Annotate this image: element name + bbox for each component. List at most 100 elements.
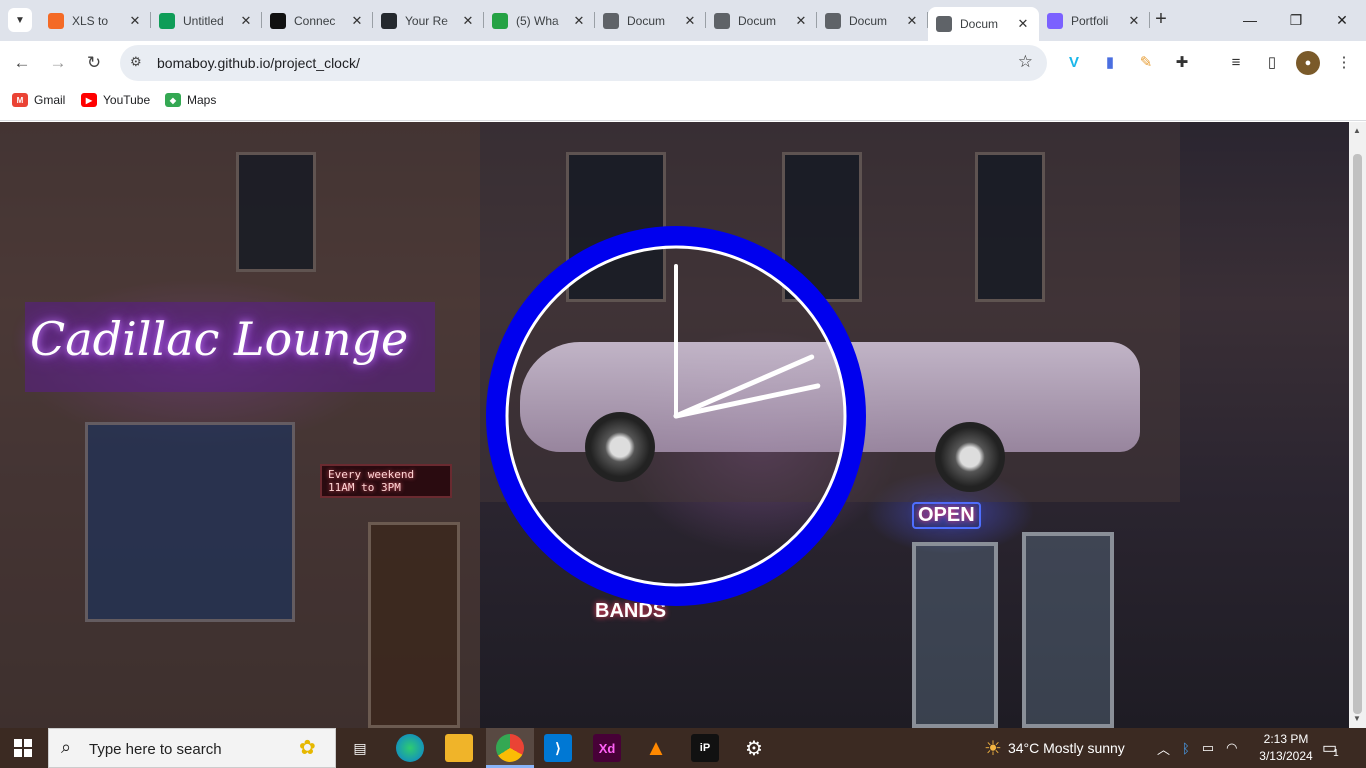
battery-icon[interactable]: ▭: [1202, 740, 1214, 756]
tab-strip: ▼ XLS to ✕ Untitled ✕ Connec ✕ Your Re ✕ (5) Wha…: [0, 0, 1366, 41]
glass-door: [912, 542, 998, 728]
site-info-icon[interactable]: ⚙: [130, 54, 142, 70]
browser-tab[interactable]: Portfoli ✕: [1039, 0, 1150, 41]
scroll-up-arrow-icon[interactable]: ▲: [1353, 126, 1361, 135]
github-icon: [381, 12, 397, 29]
browser-tab[interactable]: Your Re ✕: [373, 0, 484, 41]
chrome-icon[interactable]: [496, 734, 524, 762]
close-tab-icon[interactable]: ✕: [904, 13, 920, 29]
reload-button[interactable]: ↻: [82, 51, 106, 75]
close-window-button[interactable]: ✕: [1322, 8, 1362, 32]
bookmark-label: Maps: [187, 93, 217, 107]
color-picker-extension-icon[interactable]: ✎: [1134, 51, 1158, 75]
tab-list: XLS to ✕ Untitled ✕ Connec ✕ Your Re ✕ (5) Wha ✕ D…: [40, 0, 1150, 41]
bookmark-star-icon[interactable]: ☆: [1018, 52, 1033, 72]
tab-title: Untitled: [183, 13, 224, 28]
wooden-door: [368, 522, 460, 728]
tab-title: Docum: [738, 13, 777, 28]
whatsapp-icon: [492, 12, 508, 29]
bluetooth-icon[interactable]: ᛒ: [1182, 741, 1190, 756]
weather-text: 34°C Mostly sunny: [1007, 740, 1125, 756]
bookmark-label: Gmail: [34, 93, 66, 107]
sun-cloud-icon: ☀: [984, 737, 1002, 760]
analog-clock: [486, 226, 866, 606]
wifi-icon[interactable]: ◠: [1226, 740, 1237, 756]
side-panel-icon[interactable]: ▯: [1260, 51, 1284, 75]
file-explorer-icon[interactable]: [445, 734, 473, 762]
notification-center-icon[interactable]: ▭ 1: [1322, 728, 1339, 768]
browser-tab[interactable]: Docum ✕: [928, 7, 1039, 41]
close-tab-icon[interactable]: ✕: [238, 13, 254, 29]
menu-icon[interactable]: ⋮: [1332, 51, 1356, 75]
close-tab-icon[interactable]: ✕: [1126, 13, 1142, 29]
medium-icon: [270, 12, 286, 29]
system-tray: ︿ ᛒ ▭ ◠: [1157, 728, 1237, 768]
close-tab-icon[interactable]: ✕: [460, 13, 476, 29]
weather-widget[interactable]: ☀ 34°C Mostly sunny: [984, 728, 1125, 768]
minimize-button[interactable]: —: [1230, 8, 1270, 32]
new-tab-button[interactable]: +: [1150, 9, 1172, 31]
maps-icon: ◆: [165, 93, 181, 107]
profile-avatar[interactable]: ●: [1296, 51, 1320, 75]
bookmark-maps[interactable]: ◆ Maps: [165, 93, 216, 107]
taskbar-search[interactable]: ⌕ Type here to search ✿: [48, 728, 336, 768]
address-bar[interactable]: ⚙ bomaboy.github.io/project_clock/ ☆: [120, 45, 1047, 81]
browser-tab[interactable]: Untitled ✕: [151, 0, 262, 41]
tulip-decoration-icon: ✿: [299, 737, 316, 759]
edge-icon[interactable]: [396, 734, 424, 762]
tab-title: Portfoli: [1071, 13, 1109, 28]
close-tab-icon[interactable]: ✕: [793, 13, 809, 29]
tab-title: Your Re: [405, 13, 448, 28]
tab-title: Connec: [294, 13, 336, 28]
document-extension-icon[interactable]: ▮: [1098, 51, 1122, 75]
tab-search-button[interactable]: ▼: [8, 8, 32, 32]
url-text[interactable]: bomaboy.github.io/project_clock/: [157, 55, 360, 71]
globe-icon: [825, 12, 841, 29]
scroll-down-arrow-icon[interactable]: ▼: [1353, 714, 1361, 723]
extensions-icon[interactable]: ✚: [1170, 51, 1194, 75]
tab-title: Docum: [960, 17, 999, 31]
close-tab-icon[interactable]: ✕: [349, 13, 365, 29]
task-view-icon[interactable]: ▤: [346, 734, 374, 762]
media-controls-icon[interactable]: ≡: [1224, 51, 1248, 75]
scrollbar-thumb[interactable]: [1353, 154, 1362, 714]
taskbar-time: 2:13 PM: [1263, 732, 1309, 746]
vscode-icon[interactable]: ⟩: [544, 734, 572, 762]
taskbar-date: 3/13/2024: [1259, 749, 1313, 763]
browser-toolbar: ← → ↻ ⚙ bomaboy.github.io/project_clock/…: [0, 41, 1366, 85]
taskbar-clock[interactable]: 2:13 PM 3/13/2024: [1255, 731, 1317, 765]
bookmark-youtube[interactable]: ▶ YouTube: [81, 93, 150, 107]
youtube-icon: ▶: [81, 93, 97, 107]
browser-tab[interactable]: (5) Wha ✕: [484, 0, 595, 41]
sheets-icon: [159, 12, 175, 29]
globe-icon: [714, 12, 730, 29]
settings-gear-icon[interactable]: ⚙: [740, 734, 768, 762]
browser-tab[interactable]: Docum ✕: [817, 0, 928, 41]
search-placeholder: Type here to search: [89, 741, 222, 758]
xls-icon: [48, 12, 64, 29]
lounge-window: [85, 422, 295, 622]
browser-tab[interactable]: Connec ✕: [262, 0, 373, 41]
forward-button[interactable]: →: [46, 51, 70, 75]
browser-tab[interactable]: Docum ✕: [706, 0, 817, 41]
close-tab-icon[interactable]: ✕: [1015, 16, 1031, 32]
bookmark-gmail[interactable]: M Gmail: [12, 93, 65, 107]
browser-tab[interactable]: XLS to ✕: [40, 0, 151, 41]
vlc-icon[interactable]: ▲: [642, 734, 670, 762]
close-tab-icon[interactable]: ✕: [127, 13, 143, 29]
page-scrollbar[interactable]: ▲ ▼: [1349, 122, 1366, 728]
browser-tab[interactable]: Docum ✕: [595, 0, 706, 41]
search-icon: ⌕: [61, 737, 72, 757]
tray-overflow-icon[interactable]: ︿: [1157, 739, 1170, 758]
phpstorm-icon[interactable]: iP: [691, 734, 719, 762]
globe-icon: [936, 16, 952, 32]
close-tab-icon[interactable]: ✕: [682, 13, 698, 29]
maximize-button[interactable]: ❐: [1276, 8, 1316, 32]
tab-title: Docum: [849, 13, 888, 28]
vimeo-extension-icon[interactable]: V: [1062, 51, 1086, 75]
open-sign: OPEN: [912, 502, 981, 529]
adobe-xd-icon[interactable]: Xd: [593, 734, 621, 762]
close-tab-icon[interactable]: ✕: [571, 13, 587, 29]
back-button[interactable]: ←: [10, 51, 34, 75]
windows-start-icon[interactable]: [14, 739, 32, 757]
